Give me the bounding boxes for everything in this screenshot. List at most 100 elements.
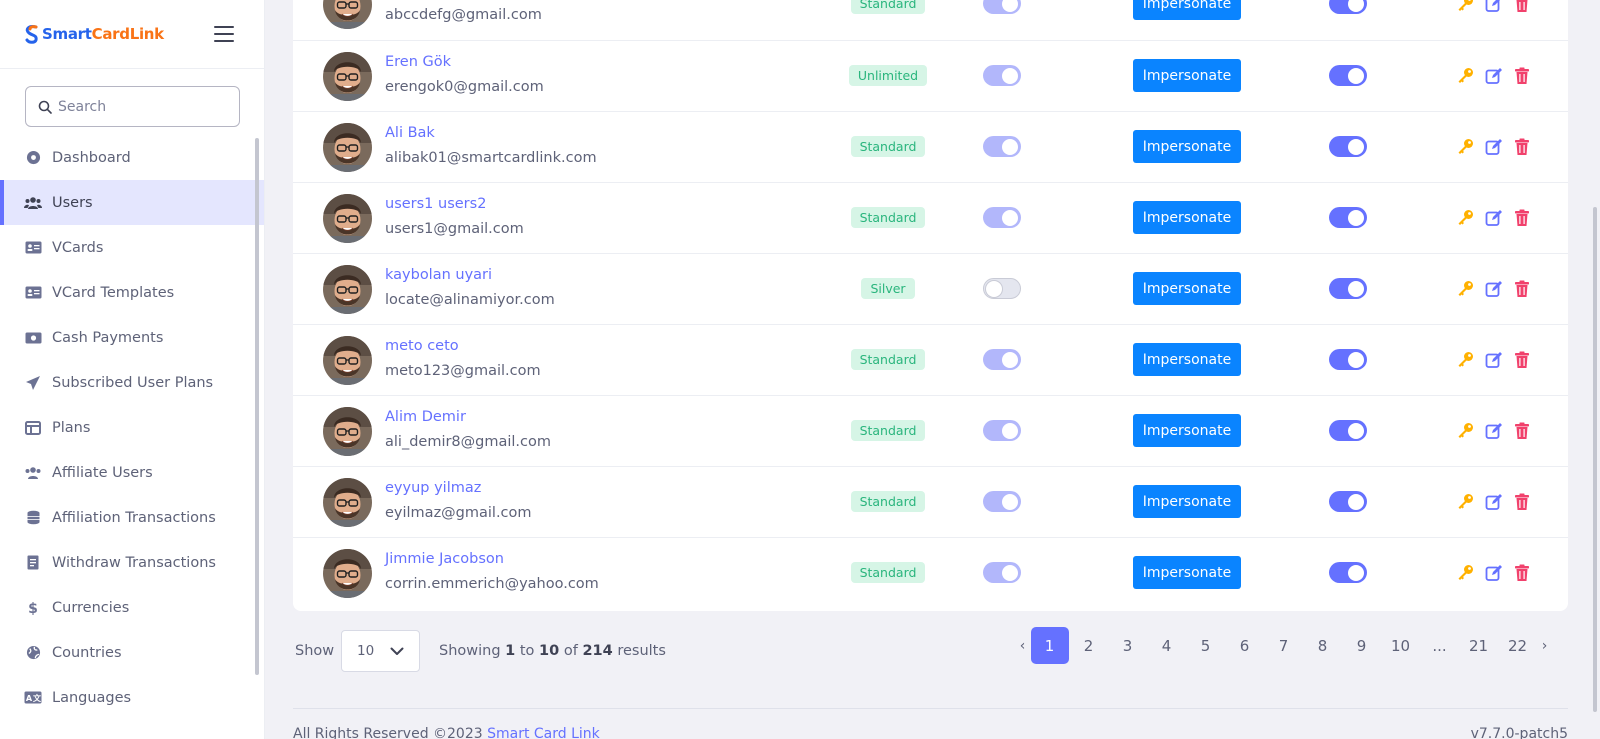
avatar[interactable] xyxy=(323,123,372,172)
avatar[interactable] xyxy=(323,52,372,101)
sidebar-item-withdraw-transactions[interactable]: Withdraw Transactions xyxy=(0,540,264,585)
email-verified-toggle[interactable] xyxy=(983,420,1021,441)
avatar[interactable] xyxy=(323,194,372,243)
user-name-link[interactable]: eyyup yilmaz xyxy=(385,480,481,496)
key-icon[interactable] xyxy=(1456,0,1475,13)
key-icon[interactable] xyxy=(1456,563,1475,582)
edit-icon[interactable] xyxy=(1484,0,1503,13)
sidebar-item-affiliation-transactions[interactable]: Affiliation Transactions xyxy=(0,495,264,540)
delete-icon[interactable] xyxy=(1512,421,1531,440)
user-status-toggle[interactable] xyxy=(1329,491,1367,512)
prev-page-button[interactable]: ‹ xyxy=(1016,627,1030,664)
user-name-link[interactable]: Alim Demir xyxy=(385,409,466,425)
avatar[interactable] xyxy=(323,549,372,598)
key-icon[interactable] xyxy=(1456,66,1475,85)
page-6-button[interactable]: 6 xyxy=(1226,627,1264,664)
delete-icon[interactable] xyxy=(1512,563,1531,582)
search-input[interactable] xyxy=(58,98,218,115)
user-status-toggle[interactable] xyxy=(1329,0,1367,14)
impersonate-button[interactable]: Impersonate xyxy=(1133,130,1241,163)
page-22-button[interactable]: 22 xyxy=(1499,627,1537,664)
impersonate-button[interactable]: Impersonate xyxy=(1133,0,1241,20)
edit-icon[interactable] xyxy=(1484,350,1503,369)
sidebar-item-vcards[interactable]: VCards xyxy=(0,225,264,270)
sidebar-item-dashboard[interactable]: Dashboard xyxy=(0,135,264,180)
delete-icon[interactable] xyxy=(1512,137,1531,156)
avatar[interactable] xyxy=(323,478,372,527)
sidebar-item-languages[interactable]: A 文 Languages xyxy=(0,675,264,720)
user-status-toggle[interactable] xyxy=(1329,207,1367,228)
edit-icon[interactable] xyxy=(1484,492,1503,511)
impersonate-button[interactable]: Impersonate xyxy=(1133,485,1241,518)
key-icon[interactable] xyxy=(1456,279,1475,298)
key-icon[interactable] xyxy=(1456,492,1475,511)
next-page-button[interactable]: › xyxy=(1538,627,1552,664)
page-3-button[interactable]: 3 xyxy=(1109,627,1147,664)
page-5-button[interactable]: 5 xyxy=(1187,627,1225,664)
user-name-link[interactable]: meto ceto xyxy=(385,338,459,354)
delete-icon[interactable] xyxy=(1512,350,1531,369)
sidebar-item-cash-payments[interactable]: Cash Payments xyxy=(0,315,264,360)
footer-link[interactable]: Smart Card Link xyxy=(487,726,600,739)
sidebar-item-users[interactable]: Users xyxy=(0,180,264,225)
email-verified-toggle[interactable] xyxy=(983,491,1021,512)
delete-icon[interactable] xyxy=(1512,208,1531,227)
impersonate-button[interactable]: Impersonate xyxy=(1133,59,1241,92)
user-name-link[interactable]: kaybolan uyari xyxy=(385,267,492,283)
page-10-button[interactable]: 10 xyxy=(1382,627,1420,664)
avatar[interactable] xyxy=(323,407,372,456)
edit-icon[interactable] xyxy=(1484,563,1503,582)
sidebar-item-affiliate-users[interactable]: Affiliate Users xyxy=(0,450,264,495)
sidebar-item-plans[interactable]: Plans xyxy=(0,405,264,450)
page-1-button[interactable]: 1 xyxy=(1030,627,1069,664)
key-icon[interactable] xyxy=(1456,208,1475,227)
user-name-link[interactable]: Ali Bak xyxy=(385,125,435,141)
impersonate-button[interactable]: Impersonate xyxy=(1133,272,1241,305)
email-verified-toggle[interactable] xyxy=(983,207,1021,228)
sidebar-scrollbar[interactable] xyxy=(255,138,259,675)
impersonate-button[interactable]: Impersonate xyxy=(1133,414,1241,447)
delete-icon[interactable] xyxy=(1512,66,1531,85)
page-2-button[interactable]: 2 xyxy=(1070,627,1108,664)
edit-icon[interactable] xyxy=(1484,279,1503,298)
key-icon[interactable] xyxy=(1456,137,1475,156)
avatar[interactable] xyxy=(323,336,372,385)
page-9-button[interactable]: 9 xyxy=(1343,627,1381,664)
sidebar-item-countries[interactable]: Countries xyxy=(0,630,264,675)
edit-icon[interactable] xyxy=(1484,137,1503,156)
user-status-toggle[interactable] xyxy=(1329,420,1367,441)
page-4-button[interactable]: 4 xyxy=(1148,627,1186,664)
sidebar-item-subscribed-user-plans[interactable]: Subscribed User Plans xyxy=(0,360,264,405)
email-verified-toggle[interactable] xyxy=(983,349,1021,370)
delete-icon[interactable] xyxy=(1512,279,1531,298)
logo[interactable]: Smart CardLink xyxy=(24,24,164,44)
edit-icon[interactable] xyxy=(1484,421,1503,440)
email-verified-toggle[interactable] xyxy=(983,278,1021,299)
sidebar-item-vcard-templates[interactable]: VCard Templates xyxy=(0,270,264,315)
edit-icon[interactable] xyxy=(1484,66,1503,85)
user-name-link[interactable]: Eren Gök xyxy=(385,54,451,70)
per-page-select[interactable]: 10 xyxy=(341,630,420,672)
email-verified-toggle[interactable] xyxy=(983,136,1021,157)
edit-icon[interactable] xyxy=(1484,208,1503,227)
email-verified-toggle[interactable] xyxy=(983,65,1021,86)
menu-toggle-icon[interactable] xyxy=(214,26,234,42)
page-8-button[interactable]: 8 xyxy=(1304,627,1342,664)
user-name-link[interactable]: users1 users2 xyxy=(385,196,486,212)
email-verified-toggle[interactable] xyxy=(983,0,1021,14)
key-icon[interactable] xyxy=(1456,350,1475,369)
user-status-toggle[interactable] xyxy=(1329,278,1367,299)
impersonate-button[interactable]: Impersonate xyxy=(1133,201,1241,234)
user-status-toggle[interactable] xyxy=(1329,562,1367,583)
delete-icon[interactable] xyxy=(1512,0,1531,13)
delete-icon[interactable] xyxy=(1512,492,1531,511)
email-verified-toggle[interactable] xyxy=(983,562,1021,583)
page-scrollbar[interactable] xyxy=(1593,207,1597,712)
key-icon[interactable] xyxy=(1456,421,1475,440)
user-status-toggle[interactable] xyxy=(1329,349,1367,370)
page-7-button[interactable]: 7 xyxy=(1265,627,1303,664)
impersonate-button[interactable]: Impersonate xyxy=(1133,556,1241,589)
avatar[interactable] xyxy=(323,0,372,29)
impersonate-button[interactable]: Impersonate xyxy=(1133,343,1241,376)
user-name-link[interactable]: Jimmie Jacobson xyxy=(385,551,504,567)
